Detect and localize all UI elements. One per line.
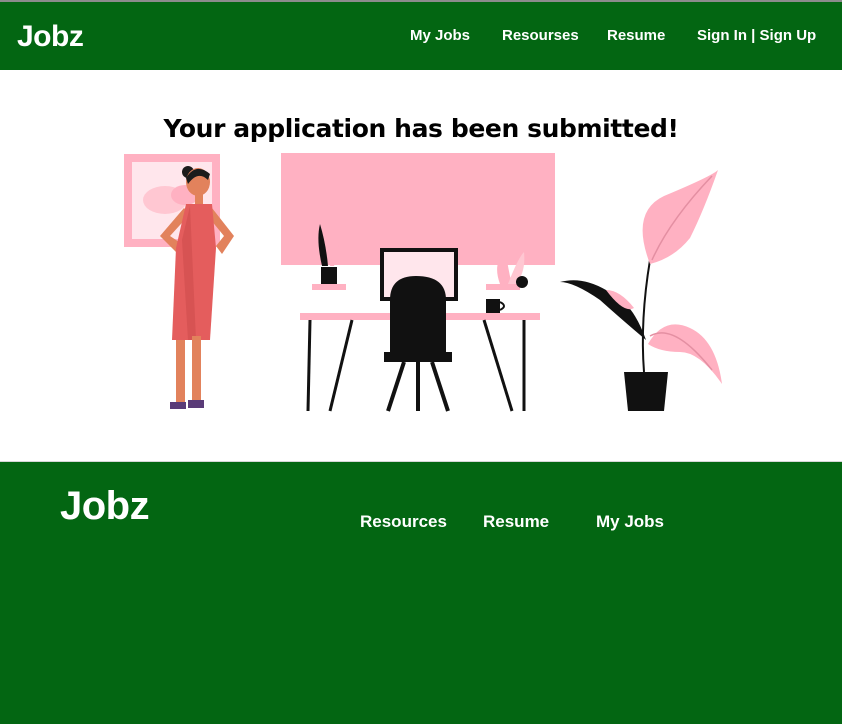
navbar: Jobz My Jobs Resourses Resume Sign In | …: [0, 2, 842, 70]
confirmation-illustration: [0, 140, 842, 430]
nav-resources[interactable]: Resourses: [502, 27, 579, 44]
footer: Jobz Resources Resume My Jobs: [0, 462, 842, 724]
confirmation-headline: Your application has been submitted!: [163, 113, 679, 143]
office-chair: [384, 276, 452, 412]
nav-resume[interactable]: Resume: [607, 27, 665, 44]
potted-plant: [560, 170, 722, 411]
footer-link-resume[interactable]: Resume: [483, 512, 549, 532]
office-scene-image: [124, 153, 722, 412]
brand-logo[interactable]: Jobz: [17, 20, 84, 54]
footer-brand-logo[interactable]: Jobz: [60, 484, 150, 529]
footer-link-resources[interactable]: Resources: [360, 512, 447, 532]
footer-link-my-jobs[interactable]: My Jobs: [596, 512, 664, 532]
nav-sign-in[interactable]: Sign In | Sign Up: [697, 27, 816, 44]
nav-my-jobs[interactable]: My Jobs: [410, 27, 470, 44]
